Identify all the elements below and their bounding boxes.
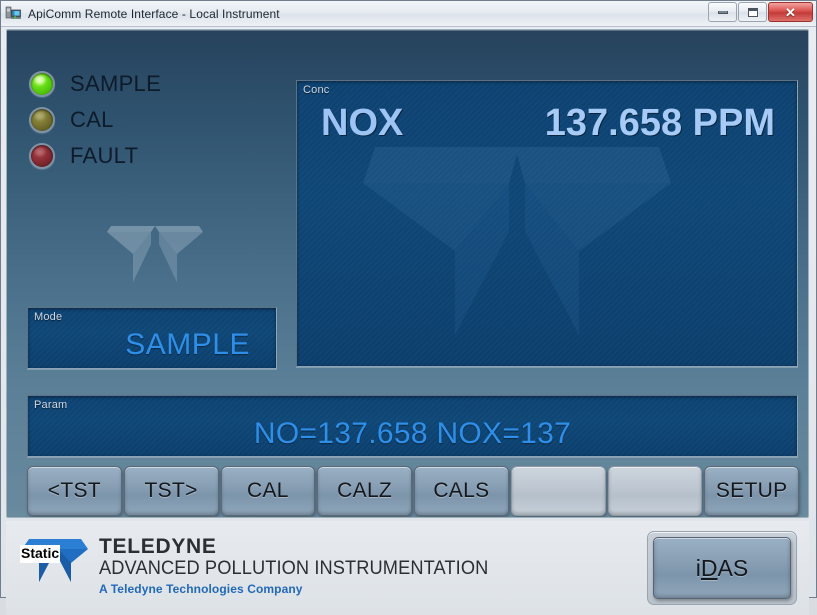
button-calz[interactable]: CALZ	[317, 466, 412, 516]
mode-readout-panel[interactable]: Mode SAMPLE	[27, 307, 277, 369]
button-cal[interactable]: CAL	[220, 466, 316, 516]
teledyne-chevron-watermark-icon	[359, 123, 675, 359]
idas-label-post: AS	[717, 554, 749, 581]
footer-bar: TELEDYNE ADVANCED POLLUTION INSTRUMENTAT…	[6, 521, 809, 615]
idas-button-frame: i D AS	[647, 531, 797, 605]
brand-block: TELEDYNE ADVANCED POLLUTION INSTRUMENTAT…	[20, 535, 505, 596]
idas-label-accel: D	[700, 554, 718, 581]
button-blank-2	[607, 466, 703, 516]
param-value: NO=137.658 NOX=137	[253, 417, 572, 450]
client-area: SAMPLE CAL FAULT Conc NOX 137.658 PPM Mo…	[1, 27, 816, 615]
mode-panel-label: Mode	[34, 311, 63, 323]
window-title: ApiComm Remote Interface - Local Instrum…	[28, 6, 280, 21]
status-led-fault[interactable]: FAULT	[29, 138, 161, 174]
teledyne-chevron-logo-watermark-icon	[103, 210, 207, 288]
minimize-icon	[717, 10, 728, 14]
mode-value: SAMPLE	[125, 328, 250, 361]
network-instrument-icon	[5, 5, 23, 23]
button-setup[interactable]: SETUP	[704, 466, 799, 516]
led-indicator-icon	[29, 71, 55, 97]
status-led-group: SAMPLE CAL FAULT	[29, 66, 161, 174]
led-indicator-icon	[29, 143, 55, 169]
status-led-label: FAULT	[70, 143, 139, 168]
conc-gas-name: NOX	[321, 102, 404, 144]
close-icon: ✕	[785, 4, 796, 20]
button-tst-next[interactable]: TST>	[123, 466, 219, 516]
maximize-button[interactable]	[738, 2, 767, 22]
app-window: ApiComm Remote Interface - Local Instrum…	[0, 0, 817, 615]
status-led-label: SAMPLE	[70, 71, 162, 96]
concentration-readout-panel[interactable]: Conc NOX 137.658 PPM	[296, 80, 798, 367]
maximize-icon	[747, 7, 758, 17]
led-indicator-icon	[29, 107, 55, 133]
idas-button[interactable]: i D AS	[653, 537, 791, 599]
brand-division: ADVANCED POLLUTION INSTRUMENTATION	[99, 558, 489, 580]
button-blank-1	[510, 466, 606, 516]
status-led-sample[interactable]: SAMPLE	[29, 66, 161, 102]
instrument-panel: SAMPLE CAL FAULT Conc NOX 137.658 PPM Mo…	[6, 29, 809, 518]
param-readout-panel[interactable]: Param NO=137.658 NOX=137	[27, 395, 798, 457]
button-cals[interactable]: CALS	[414, 466, 509, 516]
window-controls: ✕	[708, 2, 813, 22]
soft-button-row: <TST TST> CAL CALZ CALS SETUP	[27, 466, 799, 516]
close-button[interactable]: ✕	[768, 2, 813, 22]
title-bar: ApiComm Remote Interface - Local Instrum…	[1, 1, 816, 27]
conc-values: NOX 137.658 PPM	[297, 102, 797, 145]
status-led-label: CAL	[70, 107, 114, 132]
status-led-cal[interactable]: CAL	[29, 102, 161, 138]
conc-value: 137.658 PPM	[544, 102, 775, 144]
static-label: Static	[20, 545, 61, 563]
conc-panel-label: Conc	[303, 84, 330, 96]
brand-text-block: TELEDYNE ADVANCED POLLUTION INSTRUMENTAT…	[99, 535, 505, 596]
brand-name: TELEDYNE	[99, 535, 217, 558]
param-panel-label: Param	[34, 399, 68, 411]
brand-tagline: A Teledyne Technologies Company	[99, 582, 303, 597]
button-tst-prev[interactable]: <TST	[27, 466, 122, 516]
minimize-button[interactable]	[708, 2, 737, 22]
